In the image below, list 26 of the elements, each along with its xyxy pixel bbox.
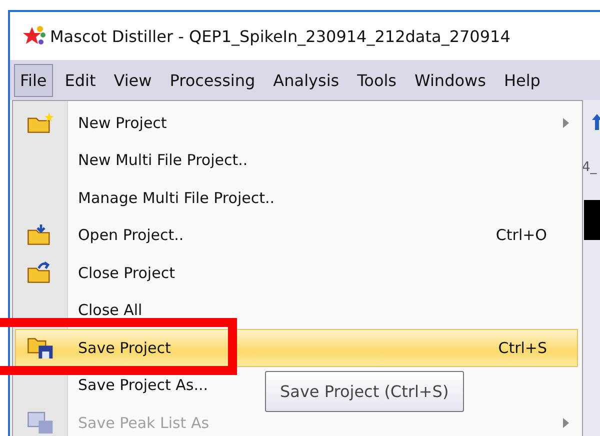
menu-bar-item[interactable]: Tools <box>351 64 403 96</box>
shortcut-text: Ctrl+S <box>498 338 547 357</box>
new-folder-icon <box>27 110 55 135</box>
table-disk-icon <box>27 410 55 435</box>
menu-item[interactable]: New Multi File Project.. <box>78 151 248 170</box>
menu-bar-item[interactable]: Processing <box>164 64 262 96</box>
menu-item[interactable]: New Project <box>78 114 167 132</box>
menu-item[interactable]: Close All <box>78 301 142 320</box>
menu-bar-item[interactable]: View <box>108 64 158 96</box>
window-title: Mascot Distiller - QEP1_SpikeIn_230914_212data_270914 <box>50 26 510 46</box>
up-arrow-icon[interactable] <box>592 114 600 130</box>
menu-item[interactable]: Open Project.. <box>78 226 184 244</box>
menu-bar-item[interactable]: Edit <box>58 64 102 96</box>
menu-item[interactable]: Save Project As... <box>78 376 208 394</box>
menu-bar-item[interactable]: Windows <box>408 64 492 96</box>
shortcut-text: Ctrl+O <box>496 226 547 244</box>
menu-bar-item[interactable]: Help <box>498 64 546 96</box>
menu-bar-item[interactable]: File <box>14 64 53 96</box>
menu-item[interactable]: Save Project <box>78 338 171 357</box>
document-tab[interactable]: 4_ <box>582 160 597 175</box>
dark-view <box>584 200 600 240</box>
folder-disk-icon <box>27 336 55 360</box>
tooltip: Save Project (Ctrl+S) <box>265 371 464 412</box>
menu-item[interactable]: Close Project <box>78 264 175 282</box>
menu-item[interactable]: Manage Multi File Project.. <box>78 188 275 207</box>
menu-bar-item[interactable]: Analysis <box>267 64 346 96</box>
